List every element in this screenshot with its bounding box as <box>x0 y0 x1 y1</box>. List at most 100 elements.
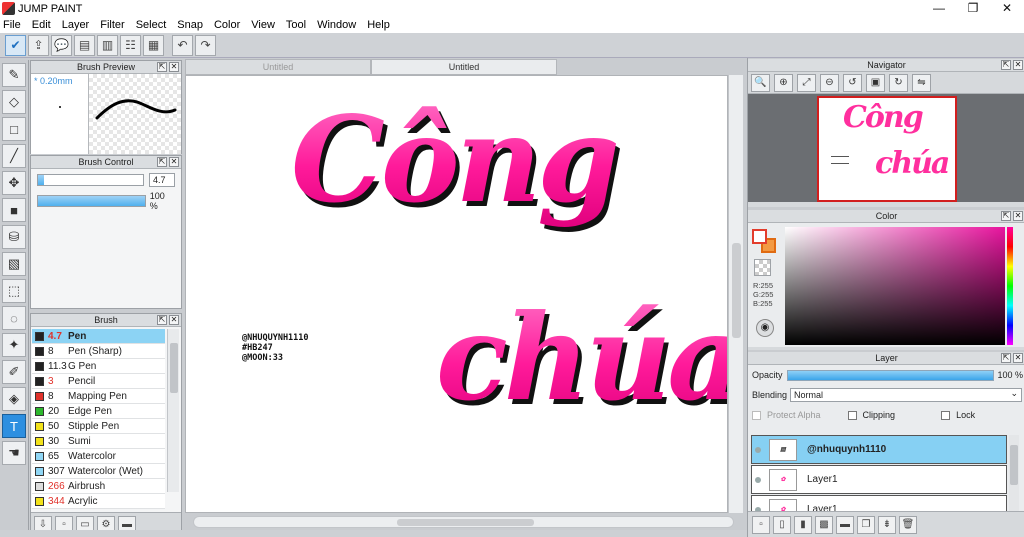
brush-list-item[interactable]: 3 Pencil <box>32 374 165 389</box>
select-rect-tool-icon[interactable]: ⬚ <box>2 279 26 303</box>
layer-row[interactable]: ▤ @nhuquynh1110 <box>751 435 1007 464</box>
magic-wand-tool-icon[interactable]: ✦ <box>2 333 26 357</box>
minimize-button[interactable]: — <box>922 0 956 17</box>
rotate-right-icon[interactable]: ↻ <box>889 73 908 92</box>
menu-tool[interactable]: Tool <box>286 19 306 31</box>
move-tool-icon[interactable]: ✥ <box>2 171 26 195</box>
layer-opacity-slider[interactable] <box>786 369 994 381</box>
maximize-button[interactable]: ❐ <box>956 0 990 17</box>
lasso-tool-icon[interactable]: ◌ <box>2 306 26 330</box>
text-tool-icon[interactable]: T <box>2 414 26 438</box>
brush-list-item[interactable]: 50 Stipple Pen <box>32 419 165 434</box>
page-icon[interactable]: ▥ <box>97 34 118 56</box>
blending-select[interactable]: Normal <box>790 387 1023 402</box>
actual-size-icon[interactable]: ▣ <box>866 73 885 92</box>
zoom-icon[interactable]: 🔍 <box>751 73 770 92</box>
hue-slider[interactable] <box>1007 227 1013 345</box>
merge-layer-icon[interactable]: ⇟ <box>878 515 896 534</box>
brush-size-slider[interactable] <box>37 174 144 186</box>
fit-icon[interactable]: ⤢ <box>797 73 816 92</box>
undo-icon[interactable]: ↶ <box>172 34 193 56</box>
redo-icon[interactable]: ↷ <box>195 34 216 56</box>
menu-color[interactable]: Color <box>214 19 240 31</box>
layout-icon[interactable]: ▦ <box>143 34 164 56</box>
visibility-icon[interactable] <box>755 476 761 483</box>
layer-type-icon[interactable]: ▮ <box>794 515 812 534</box>
brush-tool-icon[interactable]: ✎ <box>2 63 26 87</box>
float-icon[interactable]: ⇱ <box>157 157 167 167</box>
float-icon[interactable]: ⇱ <box>1001 60 1011 70</box>
brush-list-item[interactable]: 307 Watercolor (Wet) <box>32 464 165 479</box>
tab-untitled-1[interactable]: Untitled <box>185 59 371 75</box>
brush-list-item[interactable]: 344 Acrylic <box>32 494 165 509</box>
menu-select[interactable]: Select <box>136 19 167 31</box>
brush-list-item[interactable]: 11.3 G Pen <box>32 359 165 374</box>
brush-list-item[interactable]: 8 Pen (Sharp) <box>32 344 165 359</box>
close-panel-icon[interactable]: ✕ <box>1013 60 1023 70</box>
duplicate-layer-icon[interactable]: ❐ <box>857 515 875 534</box>
list-icon[interactable]: ☷ <box>120 34 141 56</box>
flip-icon[interactable]: ⇋ <box>912 73 931 92</box>
new-layer-icon[interactable]: ▫ <box>752 515 770 534</box>
canvas-vertical-scrollbar[interactable] <box>728 75 743 513</box>
brush-size-input[interactable]: 4.7 <box>149 173 175 187</box>
visibility-icon[interactable] <box>755 446 761 453</box>
navigator-view[interactable]: Công chúa <box>748 94 1024 202</box>
menu-window[interactable]: Window <box>317 19 356 31</box>
brush-list-item[interactable]: 30 Sumi <box>32 434 165 449</box>
close-panel-icon[interactable]: ✕ <box>169 315 179 325</box>
menu-view[interactable]: View <box>251 19 275 31</box>
gradient-tool-icon[interactable]: ▧ <box>2 252 26 276</box>
brush-opacity-slider[interactable] <box>37 195 146 207</box>
rectangle-tool-icon[interactable]: □ <box>2 117 26 141</box>
protect-alpha-checkbox[interactable] <box>752 410 761 420</box>
select-eraser-tool-icon[interactable]: ◈ <box>2 387 26 411</box>
brush-list-item[interactable]: 20 Edge Pen <box>32 404 165 419</box>
float-icon[interactable]: ⇱ <box>1001 211 1011 221</box>
fill-rect-tool-icon[interactable]: ■ <box>2 198 26 222</box>
close-panel-icon[interactable]: ✕ <box>1013 353 1023 363</box>
new-layer-from-icon[interactable]: ▯ <box>773 515 791 534</box>
hand-tool-icon[interactable]: ☚ <box>2 441 26 465</box>
comment-icon[interactable]: ▤ <box>74 34 95 56</box>
menu-filter[interactable]: Filter <box>100 19 124 31</box>
menu-file[interactable]: File <box>3 19 21 31</box>
share-icon[interactable]: ⇪ <box>28 34 49 56</box>
brush-list-item[interactable]: 65 Watercolor <box>32 449 165 464</box>
brush-list-item[interactable]: 8 Mapping Pen <box>32 389 165 404</box>
tone-layer-icon[interactable]: ▩ <box>815 515 833 534</box>
rotate-left-icon[interactable]: ↺ <box>843 73 862 92</box>
brush-list-item[interactable]: 266 Airbrush <box>32 479 165 494</box>
menu-help[interactable]: Help <box>367 19 390 31</box>
menu-edit[interactable]: Edit <box>32 19 51 31</box>
line-tool-icon[interactable]: ╱ <box>2 144 26 168</box>
close-panel-icon[interactable]: ✕ <box>1013 211 1023 221</box>
saturation-value-picker[interactable] <box>785 227 1005 345</box>
menu-snap[interactable]: Snap <box>177 19 203 31</box>
zoom-out-icon[interactable]: ⊖ <box>820 73 839 92</box>
lock-checkbox[interactable] <box>941 410 951 420</box>
delete-layer-icon[interactable]: 🗑 <box>899 515 917 534</box>
close-panel-icon[interactable]: ✕ <box>169 62 179 72</box>
transparent-color[interactable] <box>754 259 771 276</box>
canvas-horizontal-scrollbar[interactable] <box>193 516 734 528</box>
brush-list-scrollbar[interactable] <box>167 329 179 492</box>
float-icon[interactable]: ⇱ <box>157 315 167 325</box>
brush-list-item[interactable]: 4.7 Pen <box>32 329 165 344</box>
close-button[interactable]: ✕ <box>990 0 1024 17</box>
speech-bubble-icon[interactable]: 💬 <box>51 34 72 56</box>
tab-untitled-2[interactable]: Untitled <box>371 59 557 75</box>
close-panel-icon[interactable]: ✕ <box>169 157 179 167</box>
menu-layer[interactable]: Layer <box>62 19 90 31</box>
fg-bg-colors[interactable] <box>752 229 776 253</box>
select-pen-tool-icon[interactable]: ✐ <box>2 360 26 384</box>
palette-icon[interactable]: ◉ <box>756 319 774 337</box>
foreground-color[interactable] <box>752 229 767 244</box>
float-icon[interactable]: ⇱ <box>1001 353 1011 363</box>
clipping-checkbox[interactable] <box>847 410 857 420</box>
zoom-in-icon[interactable]: ⊕ <box>774 73 793 92</box>
drawing-canvas[interactable]: Công chúa @NHUQUYNH1110 #HB247 @MOON:33 <box>185 75 728 513</box>
eraser-tool-icon[interactable]: ◇ <box>2 90 26 114</box>
layer-row[interactable]: ✿ Layer1 <box>751 465 1007 494</box>
layer-folder-icon[interactable]: ▬ <box>836 515 854 534</box>
